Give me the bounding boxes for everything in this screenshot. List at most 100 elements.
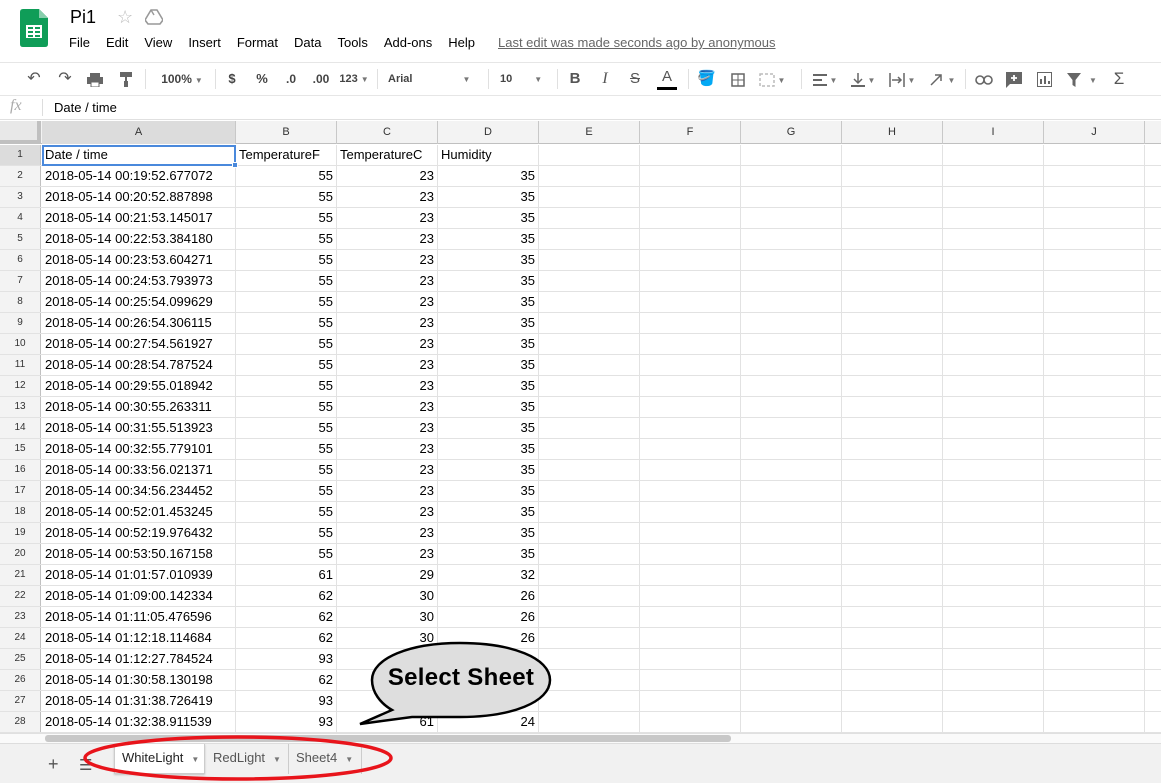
cell-c[interactable]: 23 — [337, 250, 438, 270]
more-formats-button[interactable]: 123 ▼ — [338, 63, 370, 95]
cell-a[interactable]: 2018-05-14 00:20:52.887898 — [42, 187, 236, 207]
column-header-i[interactable]: I — [943, 121, 1044, 144]
cell-d[interactable]: 26 — [438, 607, 539, 627]
cell-b[interactable]: 61 — [236, 565, 337, 585]
cell-h[interactable] — [842, 418, 943, 438]
cell-e[interactable] — [539, 229, 640, 249]
cell-e[interactable] — [539, 586, 640, 606]
text-rotation-icon[interactable]: ▼ — [926, 63, 958, 95]
cell-j[interactable] — [1044, 334, 1145, 354]
cell-g[interactable] — [741, 565, 842, 585]
cell-e[interactable] — [539, 166, 640, 186]
row-header[interactable]: 27 — [0, 691, 41, 711]
cell-a[interactable]: 2018-05-14 00:34:56.234452 — [42, 481, 236, 501]
row-header[interactable]: 5 — [0, 229, 41, 249]
cell-d[interactable]: 35 — [438, 250, 539, 270]
cell-e[interactable] — [539, 208, 640, 228]
row-header[interactable]: 18 — [0, 502, 41, 522]
cell-e[interactable] — [539, 712, 640, 732]
cell-b[interactable]: 62 — [236, 670, 337, 690]
row-header[interactable]: 7 — [0, 271, 41, 291]
cell-h[interactable] — [842, 271, 943, 291]
cell-f[interactable] — [640, 565, 741, 585]
cell-f[interactable] — [640, 334, 741, 354]
cell-d[interactable]: 35 — [438, 481, 539, 501]
cell-a[interactable]: 2018-05-14 00:27:54.561927 — [42, 334, 236, 354]
menu-file[interactable]: File — [69, 35, 90, 50]
merge-cells-icon[interactable]: ▼ — [757, 63, 787, 95]
row-header[interactable]: 16 — [0, 460, 41, 480]
cell-a[interactable]: 2018-05-14 01:32:38.911539 — [42, 712, 236, 732]
cell-i[interactable] — [943, 481, 1044, 501]
cell-a[interactable]: 2018-05-14 00:32:55.779101 — [42, 439, 236, 459]
cell-i[interactable] — [943, 166, 1044, 186]
cell-c[interactable]: 30 — [337, 607, 438, 627]
cell-i[interactable] — [943, 439, 1044, 459]
column-header-e[interactable]: E — [539, 121, 640, 144]
cell-d[interactable]: 35 — [438, 208, 539, 228]
cell-e[interactable] — [539, 481, 640, 501]
cell-g[interactable] — [741, 355, 842, 375]
cell-i[interactable] — [943, 187, 1044, 207]
cell-a[interactable]: 2018-05-14 01:01:57.010939 — [42, 565, 236, 585]
cell-e[interactable] — [539, 523, 640, 543]
cell-g[interactable] — [741, 607, 842, 627]
cell-h[interactable] — [842, 334, 943, 354]
cell-j[interactable] — [1044, 670, 1145, 690]
cell-c[interactable]: 23 — [337, 166, 438, 186]
menu-tools[interactable]: Tools — [337, 35, 367, 50]
cell-h[interactable] — [842, 628, 943, 648]
cell-i[interactable] — [943, 670, 1044, 690]
cell-g[interactable] — [741, 313, 842, 333]
text-wrapping-icon[interactable]: ▼ — [886, 63, 918, 95]
cell-h[interactable] — [842, 502, 943, 522]
menu-help[interactable]: Help — [448, 35, 475, 50]
text-color-button[interactable]: A — [656, 63, 678, 95]
cell-b[interactable]: 55 — [236, 439, 337, 459]
horizontal-align-icon[interactable]: ▼ — [810, 63, 840, 95]
row-header[interactable]: 9 — [0, 313, 41, 333]
cell-h[interactable] — [842, 313, 943, 333]
column-header-c[interactable]: C — [337, 121, 438, 144]
cell-c[interactable]: 23 — [337, 502, 438, 522]
cell-f[interactable] — [640, 376, 741, 396]
cell-f[interactable] — [640, 691, 741, 711]
cell-b[interactable]: 55 — [236, 166, 337, 186]
cell-f[interactable] — [640, 544, 741, 564]
cell-c[interactable]: 23 — [337, 418, 438, 438]
cell-d[interactable]: 35 — [438, 502, 539, 522]
menu-view[interactable]: View — [144, 35, 172, 50]
cell-h[interactable] — [842, 250, 943, 270]
cell-f[interactable] — [640, 271, 741, 291]
cell-j[interactable] — [1044, 271, 1145, 291]
filter-icon[interactable]: ▼ — [1064, 63, 1100, 95]
vertical-align-icon[interactable]: ▼ — [848, 63, 878, 95]
row-header[interactable]: 8 — [0, 292, 41, 312]
cell-j[interactable] — [1044, 187, 1145, 207]
cell-j[interactable] — [1044, 145, 1145, 165]
percent-format-button[interactable]: % — [253, 63, 271, 95]
cell-f[interactable] — [640, 145, 741, 165]
cell-b[interactable]: 93 — [236, 712, 337, 732]
cell-c[interactable]: 23 — [337, 271, 438, 291]
cell-j[interactable] — [1044, 586, 1145, 606]
cell-g[interactable] — [741, 166, 842, 186]
cell-c[interactable]: 23 — [337, 523, 438, 543]
cell-a[interactable]: 2018-05-14 00:21:53.145017 — [42, 208, 236, 228]
row-header[interactable]: 26 — [0, 670, 41, 690]
cell-f[interactable] — [640, 607, 741, 627]
cell-d[interactable]: 35 — [438, 544, 539, 564]
cell-f[interactable] — [640, 187, 741, 207]
cell-d[interactable]: 35 — [438, 313, 539, 333]
cell-b[interactable]: 62 — [236, 607, 337, 627]
functions-icon[interactable]: Σ — [1110, 63, 1128, 95]
row-header[interactable]: 25 — [0, 649, 41, 669]
cell-i[interactable] — [943, 460, 1044, 480]
cell-f[interactable] — [640, 439, 741, 459]
cell-c[interactable]: 23 — [337, 187, 438, 207]
cell-a[interactable]: 2018-05-14 01:11:05.476596 — [42, 607, 236, 627]
chevron-down-icon[interactable]: ▼ — [191, 755, 199, 764]
cell-d[interactable]: 35 — [438, 334, 539, 354]
cell-d[interactable]: Humidity — [438, 145, 539, 165]
column-header-f[interactable]: F — [640, 121, 741, 144]
